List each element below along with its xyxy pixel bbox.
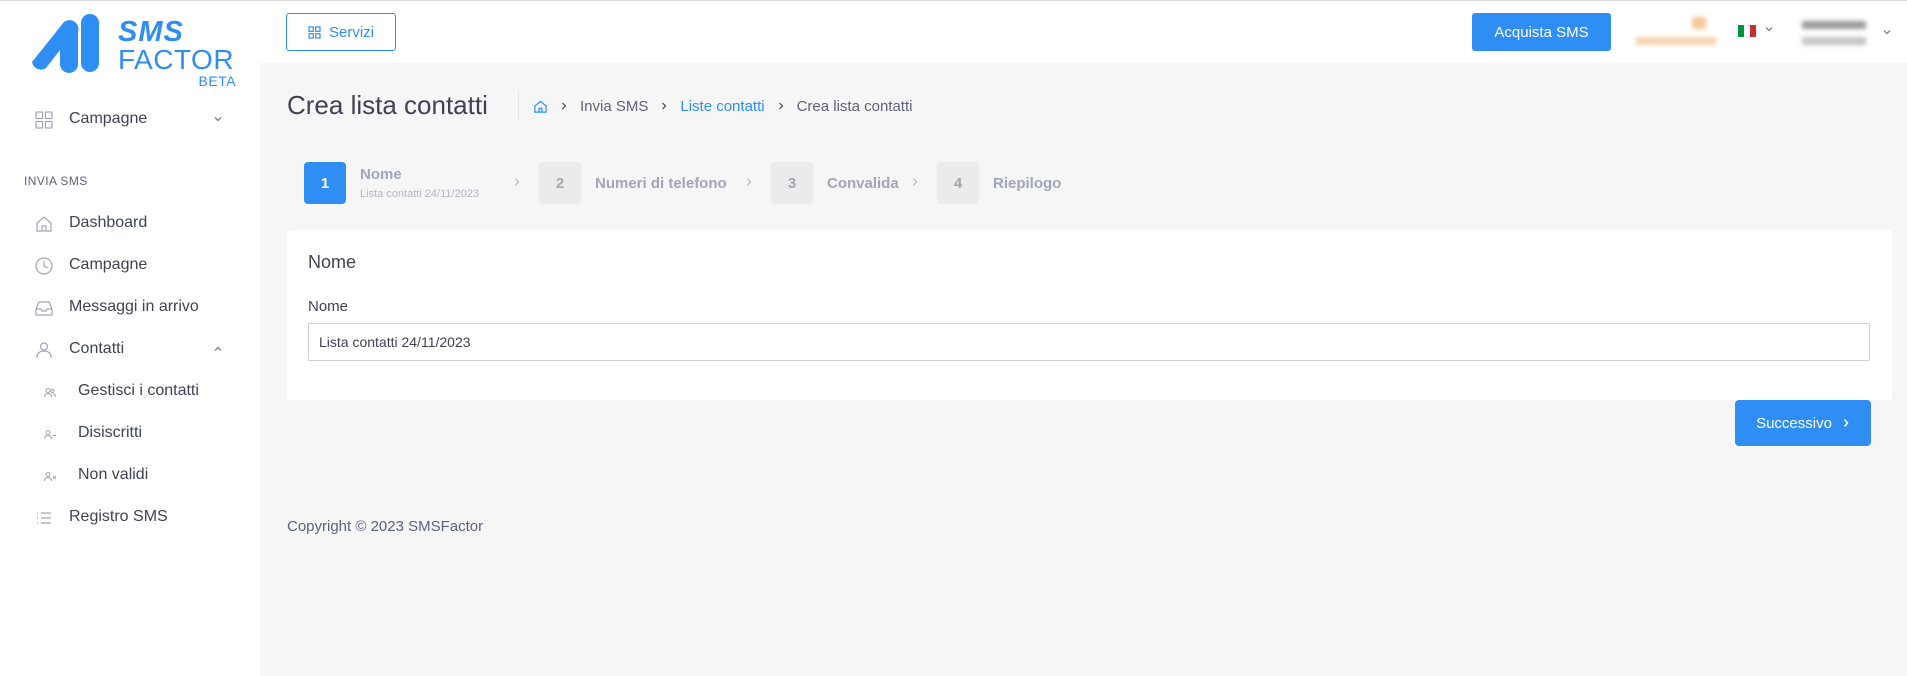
breadcrumb: Invia SMS Liste contatti Crea lista cont… (533, 96, 912, 116)
step-title: Numeri di telefono (595, 174, 727, 192)
step-text: Nome Lista contatti 24/11/2023 (360, 166, 479, 200)
sidebar-item-label: Dashboard (69, 214, 148, 231)
nome-input[interactable] (308, 323, 1870, 361)
step-title: Riepilogo (993, 174, 1062, 192)
inbox-icon (35, 301, 53, 316)
sidebar-item-label: Campagne (69, 256, 148, 273)
acquista-sms-label: Acquista SMS (1494, 23, 1589, 41)
users-icon (44, 388, 56, 398)
clock-icon (35, 257, 53, 275)
step-title: Convalida (827, 174, 899, 192)
acquista-sms-button[interactable]: Acquista SMS (1472, 13, 1611, 51)
top-header: Servizi Acquista SMS (260, 1, 1907, 63)
breadcrumb-chevron-icon (562, 102, 567, 110)
step-number: 3 (771, 162, 813, 204)
logo-mark-icon (32, 14, 99, 73)
sidebar-item-dashboard[interactable]: Dashboard (0, 205, 260, 241)
grid-icon (35, 111, 53, 129)
user-menu-chevron-down-icon[interactable] (1882, 27, 1892, 37)
sidebar-item-label: Non validi (78, 466, 149, 483)
italian-flag-icon[interactable] (1738, 25, 1756, 37)
chevron-up-icon (214, 346, 222, 351)
sidebar-item-label: Contatti (69, 340, 125, 357)
title-divider (518, 90, 519, 120)
redacted-block (1692, 17, 1706, 29)
sidebar: SMS FACTOR BETA Campagne INVIA SMS Dashb… (0, 0, 260, 676)
successivo-button[interactable]: Successivo (1735, 400, 1871, 446)
sidebar-item-campagne-top[interactable]: Campagne (0, 101, 260, 137)
top-border (0, 0, 1907, 1)
sidebar-item-label: Disiscritti (78, 424, 142, 441)
section-title-invia-sms: INVIA SMS (24, 174, 88, 188)
logo-factor-text: FACTOR (118, 44, 235, 75)
sidebar-item-label: Registro SMS (69, 508, 168, 525)
logo-sms-text: SMS (118, 16, 184, 48)
step-chevron-icon (515, 178, 520, 186)
copyright-text: Copyright © 2023 SMSFactor (287, 518, 484, 535)
sidebar-item-registro-sms[interactable]: Registro SMS (0, 499, 260, 535)
user-x-icon (44, 472, 57, 482)
user-icon (36, 342, 52, 359)
step-text: Riepilogo (993, 175, 1061, 192)
step-chevron-icon (747, 178, 752, 186)
sidebar-item-messaggi-in-arrivo[interactable]: Messaggi in arrivo (0, 289, 260, 325)
step-title: Nome (360, 166, 402, 183)
logo-beta-badge: BETA (198, 73, 237, 89)
breadcrumb-current: Crea lista contatti (796, 97, 913, 115)
card-title: Nome (308, 252, 357, 272)
nome-field-label: Nome (308, 298, 349, 315)
servizi-button[interactable]: Servizi (286, 13, 396, 51)
list-icon (37, 512, 51, 524)
sidebar-item-disiscritti[interactable]: Disiscritti (0, 415, 260, 451)
step-number: 2 (539, 162, 581, 204)
step-number: 4 (937, 162, 979, 204)
step-3-convalida[interactable]: 3 Convalida (771, 162, 899, 204)
step-4-riepilogo[interactable]: 4 Riepilogo (937, 162, 1061, 204)
redacted-block (1636, 37, 1716, 45)
sidebar-item-non-validi[interactable]: Non validi (0, 457, 260, 493)
home-icon (36, 216, 52, 232)
step-number: 1 (304, 162, 346, 204)
step-text: Numeri di telefono (595, 175, 727, 192)
step-chevron-icon (913, 178, 918, 186)
sidebar-item-label: Messaggi in arrivo (69, 298, 199, 315)
step-1-nome[interactable]: 1 Nome Lista contatti 24/11/2023 (304, 162, 479, 204)
breadcrumb-liste-contatti[interactable]: Liste contatti (680, 98, 764, 115)
grid-icon (308, 25, 321, 39)
language-chevron-down-icon[interactable] (1764, 24, 1774, 34)
sidebar-item-gestisci-contatti[interactable]: Gestisci i contatti (0, 373, 260, 409)
breadcrumb-invia-sms[interactable]: Invia SMS (580, 98, 648, 115)
redacted-block (1802, 37, 1866, 45)
user-name-redacted[interactable] (1800, 19, 1870, 49)
sidebar-item-label: Gestisci i contatti (78, 382, 199, 399)
user-minus-icon (44, 430, 56, 440)
step-text: Convalida (827, 175, 899, 192)
breadcrumb-chevron-icon (662, 102, 667, 110)
sidebar-item-contatti[interactable]: Contatti (0, 331, 260, 367)
credit-balance-redacted[interactable] (1632, 17, 1722, 51)
sidebar-item-label: Campagne (69, 110, 148, 127)
step-description: Lista contatti 24/11/2023 (360, 188, 480, 200)
flag-red (1750, 25, 1756, 37)
servizi-label: Servizi (328, 23, 374, 41)
successivo-label: Successivo (1756, 414, 1832, 432)
breadcrumb-chevron-icon (778, 102, 783, 110)
chevron-down-icon (214, 117, 222, 122)
redacted-block (1802, 21, 1866, 29)
step-2-numeri-di-telefono[interactable]: 2 Numeri di telefono (539, 162, 727, 204)
page-title: Crea lista contatti (287, 90, 488, 120)
nome-card: Nome Nome (287, 230, 1892, 400)
home-icon[interactable] (533, 99, 548, 114)
smsfactor-logo[interactable]: SMS FACTOR BETA (26, 12, 236, 92)
sidebar-item-campagne[interactable]: Campagne (0, 247, 260, 283)
logo-wordmark: SMS FACTOR BETA (118, 16, 237, 89)
chevron-right-icon (1843, 419, 1849, 427)
